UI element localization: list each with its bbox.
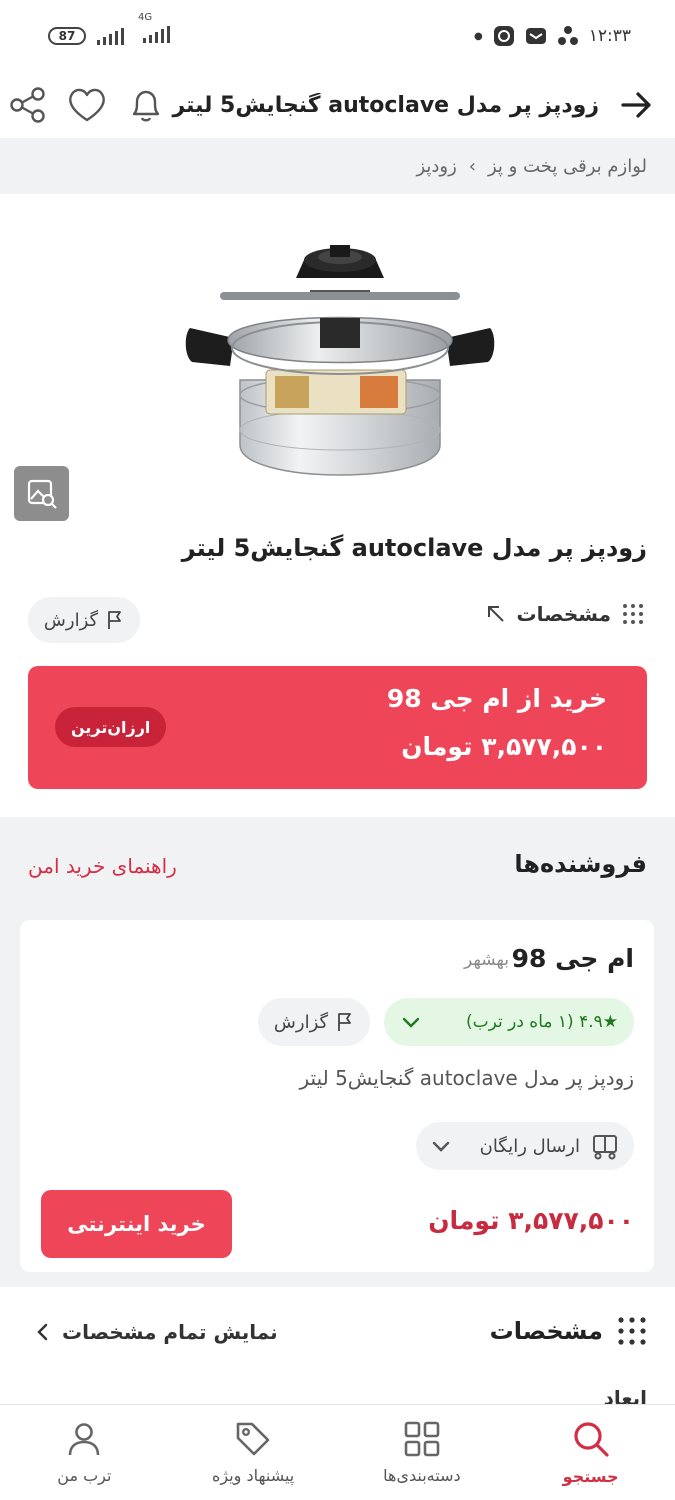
heart-icon[interactable] <box>66 85 108 125</box>
battery-indicator: 87 <box>48 27 86 45</box>
report-button[interactable]: گزارش <box>28 597 140 643</box>
specs-heading-label: مشخصات <box>489 1317 603 1345</box>
network-type: 4G <box>138 12 153 23</box>
status-bar: 87 4G ● ۱۲:۳۳ <box>0 0 675 72</box>
signal-icon-2 <box>143 26 170 43</box>
product-title: زودپز پر مدل autoclave گنجایش5 لیتر <box>181 534 647 562</box>
banner-seller-text: خرید از ام جی 98 <box>386 684 607 713</box>
flag-icon <box>108 611 121 629</box>
sellers-heading: فروشنده‌ها <box>514 850 647 878</box>
online-buy-button[interactable]: خرید اینترنتی <box>41 1190 232 1258</box>
offer-price: ۳,۵۷۷,۵۰۰ تومان <box>428 1206 634 1235</box>
bottom-navigation: جستجو دسته‌بندی‌ها پیشنهاد ویژه ترب من <box>0 1404 675 1500</box>
specs-heading: مشخصات <box>490 1316 647 1346</box>
chevron-left-icon <box>37 1323 48 1341</box>
dots-grid-icon <box>618 1317 646 1345</box>
nav-label-special-offers: پیشنهاد ویژه <box>212 1466 295 1485</box>
specs-link-label: مشخصات <box>516 602 611 626</box>
grid-icon <box>404 1421 440 1457</box>
image-search-icon <box>27 479 57 509</box>
offer-title: زودپز پر مدل autoclave گنجایش5 لیتر <box>299 1066 635 1090</box>
specs-section-header: مشخصات نمایش تمام مشخصات <box>0 1310 675 1360</box>
show-all-specs-link[interactable]: نمایش تمام مشخصات <box>36 1320 278 1344</box>
tag-icon <box>236 1422 270 1456</box>
shipping-chip[interactable]: ارسال رایگان <box>416 1122 634 1170</box>
search-icon <box>574 1422 609 1457</box>
message-icon <box>525 28 546 44</box>
nav-label-my-torob: ترب من <box>57 1466 112 1485</box>
nav-item-categories[interactable]: دسته‌بندی‌ها <box>338 1405 507 1500</box>
seller-name[interactable]: ام جی 98 <box>512 944 634 973</box>
show-all-specs-label: نمایش تمام مشخصات <box>62 1320 278 1344</box>
breadcrumb: لوازم برقی پخت و پز › زودپز <box>0 138 675 194</box>
arrow-up-left-icon <box>487 606 504 622</box>
specs-link[interactable]: مشخصات <box>485 602 645 626</box>
banner-price: ۳,۵۷۷,۵۰۰ تومان <box>401 732 607 761</box>
page-title: زودپز پر مدل autoclave گنجایش5 لیتر <box>172 92 599 118</box>
cheapest-offer-banner[interactable]: خرید از ام جی 98 ۳,۵۷۷,۵۰۰ تومان ارزان‌ت… <box>28 666 647 789</box>
signal-icon <box>97 28 124 45</box>
chevron-down-icon <box>402 1017 420 1028</box>
breadcrumb-item-current[interactable]: زودپز <box>416 156 456 177</box>
app-notification-icon <box>493 26 514 46</box>
image-search-button[interactable] <box>14 466 69 521</box>
clock: ۱۲:۳۳ <box>588 26 631 46</box>
product-image[interactable] <box>180 230 500 500</box>
share-icon[interactable] <box>8 85 48 125</box>
chevron-down-icon <box>432 1141 450 1152</box>
dots-grid-icon <box>623 604 643 624</box>
seller-rating-chip[interactable]: ★۴.۹ (۱ ماه در ترب) <box>384 998 634 1046</box>
delivery-cart-icon <box>593 1135 617 1160</box>
top-app-bar: زودپز پر مدل autoclave گنجایش5 لیتر <box>0 72 675 138</box>
seller-report-button[interactable]: گزارش <box>258 998 370 1046</box>
sync-icon <box>557 26 578 45</box>
arrow-right-icon[interactable] <box>619 88 653 122</box>
nav-item-special-offers[interactable]: پیشنهاد ویژه <box>169 1405 338 1500</box>
breadcrumb-separator: › <box>468 155 476 177</box>
seller-card: ام جی 98 بهشهر ★۴.۹ (۱ ماه در ترب) گزارش… <box>20 920 654 1272</box>
report-label: گزارش <box>43 609 99 631</box>
user-icon <box>69 1423 100 1456</box>
bell-icon[interactable] <box>126 85 166 125</box>
nav-label-categories: دسته‌بندی‌ها <box>383 1466 461 1485</box>
cheapest-badge: ارزان‌ترین <box>55 707 167 747</box>
nav-item-search[interactable]: جستجو <box>506 1405 675 1500</box>
dot-icon: ● <box>474 30 483 42</box>
safe-purchase-guide-link[interactable]: راهنمای خرید امن <box>28 854 177 878</box>
seller-rating: ★۴.۹ (۱ ماه در ترب) <box>465 1012 618 1032</box>
breadcrumb-item-category[interactable]: لوازم برقی پخت و پز <box>488 156 647 177</box>
seller-city: بهشهر <box>464 950 509 970</box>
seller-report-label: گزارش <box>273 1011 329 1033</box>
nav-item-my-torob[interactable]: ترب من <box>0 1405 169 1500</box>
flag-icon <box>338 1013 351 1031</box>
shipping-label: ارسال رایگان <box>479 1135 580 1157</box>
nav-label-search: جستجو <box>562 1467 619 1486</box>
